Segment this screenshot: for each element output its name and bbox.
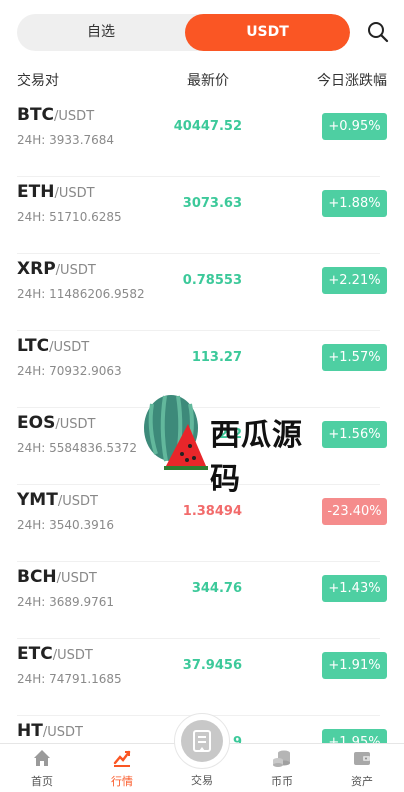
- volume-24h: 24H: 3689.9761: [17, 595, 115, 609]
- last-price: 0.78553: [182, 273, 242, 288]
- volume-24h: 24H: 3933.7684: [17, 133, 115, 147]
- header-pair: 交易对: [17, 73, 59, 89]
- quote-currency: /USDT: [55, 417, 96, 432]
- pair-symbol: ETC/USDT: [17, 644, 93, 664]
- market-row[interactable]: YMT/USDT 24H: 3540.3916 1.38494 -23.40%: [0, 485, 404, 562]
- quote-currency: /USDT: [42, 725, 83, 740]
- change-badge: -23.40%: [322, 498, 387, 525]
- tab-favorites[interactable]: 自选: [17, 14, 185, 51]
- market-row[interactable]: ETC/USDT 24H: 74791.1685 37.9456 +1.91%: [0, 639, 404, 716]
- last-price: 3073.63: [182, 196, 242, 211]
- volume-24h: 24H: 11486206.9582: [17, 287, 145, 301]
- tab-usdt[interactable]: USDT: [185, 14, 350, 51]
- home-icon: [34, 750, 50, 766]
- header-price: 最新价: [187, 73, 229, 89]
- pair-symbol: YMT/USDT: [17, 490, 98, 510]
- trade-button[interactable]: [174, 713, 230, 769]
- pair-symbol: BCH/USDT: [17, 567, 97, 587]
- search-icon: [368, 22, 389, 43]
- quote-currency: /USDT: [54, 186, 95, 201]
- pair-symbol: BTC/USDT: [17, 105, 94, 125]
- change-badge: +1.88%: [322, 190, 387, 217]
- change-badge: +2.21%: [322, 267, 387, 294]
- market-row[interactable]: XRP/USDT 24H: 11486206.9582 0.78553 +2.2…: [0, 254, 404, 331]
- change-badge: +1.56%: [322, 421, 387, 448]
- tab-assets[interactable]: 资产: [322, 744, 402, 792]
- chart-icon: [113, 750, 131, 767]
- pair-symbol: EOS/USDT: [17, 413, 95, 433]
- base-currency: BTC: [17, 105, 55, 125]
- volume-24h: 24H: 74791.1685: [17, 672, 122, 686]
- tab-market[interactable]: 行情: [82, 744, 162, 792]
- quote-currency: /USDT: [55, 263, 96, 278]
- base-currency: LTC: [17, 336, 50, 356]
- tab-trade-label: 交易: [191, 774, 213, 787]
- market-toggle: 自选 USDT: [17, 14, 350, 51]
- change-badge: +1.43%: [322, 575, 387, 602]
- quote-currency: /USDT: [54, 109, 95, 124]
- table-header: 交易对 最新价 今日涨跌幅: [0, 64, 404, 94]
- change-badge: +1.57%: [322, 344, 387, 371]
- tab-coins[interactable]: 币币: [242, 744, 322, 792]
- trade-button-circle: [181, 720, 223, 762]
- watermark-text: 西瓜源码: [210, 418, 303, 497]
- market-row[interactable]: ETH/USDT 24H: 51710.6285 3073.63 +1.88%: [0, 177, 404, 254]
- tab-home[interactable]: 首页: [2, 744, 82, 792]
- change-badge: +0.95%: [322, 113, 387, 140]
- last-price: 37.9456: [182, 658, 242, 673]
- watermelon-icon: [144, 395, 208, 470]
- last-price: 1.38494: [182, 504, 242, 519]
- base-currency: HT: [17, 721, 43, 741]
- volume-24h: 24H: 51710.6285: [17, 210, 122, 224]
- tab-label: 行情: [111, 775, 133, 788]
- tab-label: 币币: [271, 775, 293, 788]
- last-price: 40447.52: [173, 119, 242, 134]
- base-currency: EOS: [17, 413, 56, 433]
- tab-label: 资产: [351, 775, 373, 788]
- change-badge: +1.91%: [322, 652, 387, 679]
- last-price: 344.76: [191, 581, 242, 596]
- quote-currency: /USDT: [52, 648, 93, 663]
- base-currency: ETC: [17, 644, 53, 664]
- trade-icon: [193, 730, 211, 752]
- coins-icon: [273, 750, 290, 767]
- pair-symbol: XRP/USDT: [17, 259, 96, 279]
- watermark-logo: 西瓜源码: [138, 384, 318, 497]
- base-currency: XRP: [17, 259, 56, 279]
- top-bar: 自选 USDT: [0, 0, 404, 64]
- header-change: 今日涨跌幅: [317, 73, 387, 89]
- pair-symbol: LTC/USDT: [17, 336, 89, 356]
- base-currency: YMT: [17, 490, 58, 510]
- base-currency: BCH: [17, 567, 57, 587]
- last-price: 113.27: [191, 350, 242, 365]
- volume-24h: 24H: 3540.3916: [17, 518, 115, 532]
- quote-currency: /USDT: [57, 494, 98, 509]
- tab-label: 首页: [31, 775, 53, 788]
- pair-symbol: HT/USDT: [17, 721, 83, 741]
- wallet-icon: [354, 752, 370, 765]
- volume-24h: 24H: 5584836.5372: [17, 441, 137, 455]
- base-currency: ETH: [17, 182, 55, 202]
- volume-24h: 24H: 70932.9063: [17, 364, 122, 378]
- search-button[interactable]: [366, 20, 390, 44]
- market-row[interactable]: BTC/USDT 24H: 3933.7684 40447.52 +0.95%: [0, 100, 404, 177]
- market-row[interactable]: BCH/USDT 24H: 3689.9761 344.76 +1.43%: [0, 562, 404, 639]
- quote-currency: /USDT: [49, 340, 90, 355]
- pair-symbol: ETH/USDT: [17, 182, 95, 202]
- quote-currency: /USDT: [56, 571, 97, 586]
